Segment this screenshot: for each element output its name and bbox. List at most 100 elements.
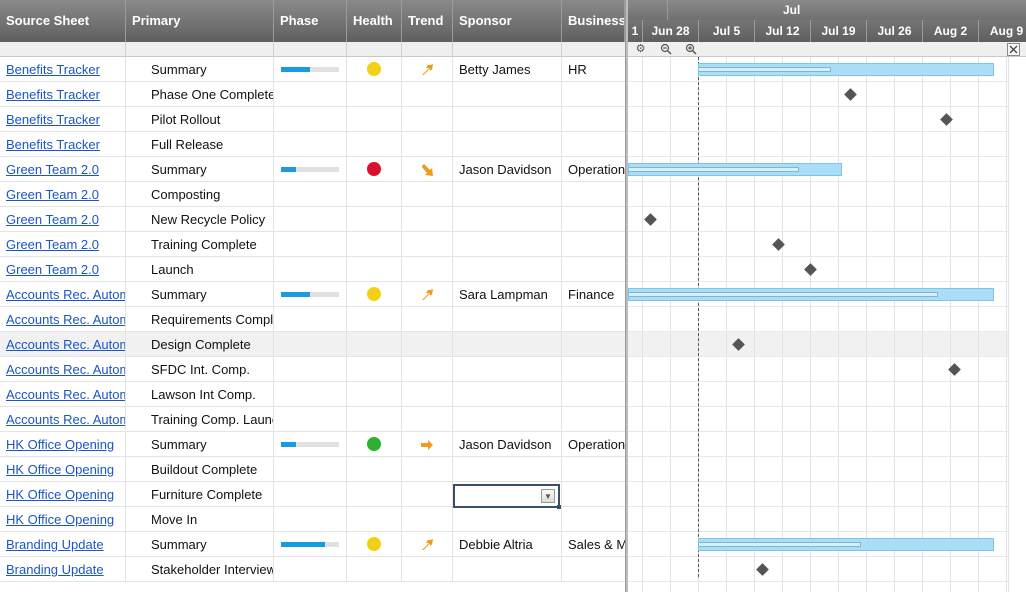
cell-sponsor[interactable] bbox=[453, 182, 562, 207]
cell-phase[interactable] bbox=[274, 257, 347, 282]
cell-primary[interactable]: Summary bbox=[126, 282, 274, 307]
cell-phase[interactable] bbox=[274, 332, 347, 357]
cell-business[interactable] bbox=[562, 382, 625, 407]
cell-health[interactable] bbox=[347, 307, 402, 332]
source-sheet-link[interactable]: Benefits Tracker bbox=[6, 87, 100, 102]
source-sheet-link[interactable]: HK Office Opening bbox=[6, 512, 114, 527]
cell-source[interactable]: Branding Update bbox=[0, 557, 126, 582]
cell-primary[interactable]: Pilot Rollout bbox=[126, 107, 274, 132]
cell-phase[interactable] bbox=[274, 132, 347, 157]
cell-business[interactable] bbox=[562, 457, 625, 482]
cell-health[interactable] bbox=[347, 557, 402, 582]
cell-sponsor[interactable] bbox=[453, 132, 562, 157]
cell-health[interactable] bbox=[347, 257, 402, 282]
cell-phase[interactable] bbox=[274, 382, 347, 407]
source-sheet-link[interactable]: Green Team 2.0 bbox=[6, 262, 99, 277]
cell-health[interactable] bbox=[347, 207, 402, 232]
cell-business[interactable]: Sales & Marketing bbox=[562, 532, 625, 557]
source-sheet-link[interactable]: Green Team 2.0 bbox=[6, 212, 99, 227]
cell-source[interactable]: HK Office Opening bbox=[0, 507, 126, 532]
source-sheet-link[interactable]: Benefits Tracker bbox=[6, 62, 100, 77]
column-header-business[interactable]: Business bbox=[562, 0, 625, 42]
table-row[interactable]: Green Team 2.0 Composting bbox=[0, 182, 625, 207]
cell-sponsor[interactable] bbox=[453, 207, 562, 232]
cell-phase[interactable] bbox=[274, 107, 347, 132]
cell-sponsor[interactable]: Jason Davidson bbox=[453, 157, 562, 182]
cell-phase[interactable] bbox=[274, 557, 347, 582]
cell-business[interactable] bbox=[562, 207, 625, 232]
cell-phase[interactable] bbox=[274, 232, 347, 257]
source-sheet-link[interactable]: Green Team 2.0 bbox=[6, 187, 99, 202]
cell-trend[interactable] bbox=[402, 357, 453, 382]
cell-phase[interactable] bbox=[274, 82, 347, 107]
cell-source[interactable]: Green Team 2.0 bbox=[0, 182, 126, 207]
milestone-diamond[interactable] bbox=[803, 263, 817, 276]
cell-trend[interactable] bbox=[402, 407, 453, 432]
cell-business[interactable] bbox=[562, 257, 625, 282]
cell-primary[interactable]: Stakeholder Interviews bbox=[126, 557, 274, 582]
cell-sponsor[interactable] bbox=[453, 332, 562, 357]
source-sheet-link[interactable]: Accounts Rec. Automation bbox=[6, 412, 125, 427]
cell-source[interactable]: HK Office Opening bbox=[0, 457, 126, 482]
source-sheet-link[interactable]: Accounts Rec. Automation bbox=[6, 387, 125, 402]
milestone-diamond[interactable] bbox=[843, 88, 857, 101]
source-sheet-link[interactable]: Green Team 2.0 bbox=[6, 162, 99, 177]
cell-phase[interactable] bbox=[274, 507, 347, 532]
cell-source[interactable]: HK Office Opening bbox=[0, 432, 126, 457]
cell-primary[interactable]: Summary bbox=[126, 57, 274, 82]
cell-business[interactable]: Operations bbox=[562, 432, 625, 457]
cell-trend[interactable] bbox=[402, 457, 453, 482]
cell-primary[interactable]: SFDC Int. Comp. bbox=[126, 357, 274, 382]
cell-source[interactable]: HK Office Opening bbox=[0, 482, 126, 507]
cell-trend[interactable] bbox=[402, 257, 453, 282]
cell-sponsor[interactable]: Jason Davidson bbox=[453, 432, 562, 457]
cell-sponsor[interactable] bbox=[453, 232, 562, 257]
table-row[interactable]: Accounts Rec. Automation Requirements Com… bbox=[0, 307, 625, 332]
cell-primary[interactable]: Requirements Complete bbox=[126, 307, 274, 332]
cell-business[interactable] bbox=[562, 132, 625, 157]
cell-trend[interactable] bbox=[402, 532, 453, 557]
gantt-chart-area[interactable] bbox=[628, 57, 1026, 592]
cell-trend[interactable] bbox=[402, 332, 453, 357]
cell-business[interactable] bbox=[562, 357, 625, 382]
cell-business[interactable]: Operations bbox=[562, 157, 625, 182]
cell-source[interactable]: Benefits Tracker bbox=[0, 132, 126, 157]
cell-sponsor[interactable]: Debbie Altria bbox=[453, 532, 562, 557]
column-header-trend[interactable]: Trend bbox=[402, 0, 453, 42]
cell-phase[interactable] bbox=[274, 157, 347, 182]
table-row[interactable]: HK Office Opening Move In bbox=[0, 507, 625, 532]
cell-business[interactable] bbox=[562, 82, 625, 107]
cell-health[interactable] bbox=[347, 82, 402, 107]
source-sheet-link[interactable]: Accounts Rec. Automation bbox=[6, 337, 125, 352]
cell-sponsor[interactable] bbox=[453, 257, 562, 282]
cell-trend[interactable] bbox=[402, 432, 453, 457]
cell-sponsor[interactable] bbox=[453, 457, 562, 482]
cell-business[interactable] bbox=[562, 332, 625, 357]
gantt-summary-bar[interactable] bbox=[628, 288, 994, 301]
cell-health[interactable] bbox=[347, 407, 402, 432]
cell-health[interactable] bbox=[347, 332, 402, 357]
cell-phase[interactable] bbox=[274, 432, 347, 457]
gantt-summary-bar[interactable] bbox=[698, 63, 994, 76]
cell-primary[interactable]: Training Complete bbox=[126, 232, 274, 257]
cell-sponsor[interactable] bbox=[453, 382, 562, 407]
cell-health[interactable] bbox=[347, 382, 402, 407]
cell-phase[interactable] bbox=[274, 482, 347, 507]
cell-source[interactable]: Accounts Rec. Automation bbox=[0, 407, 126, 432]
cell-source[interactable]: Green Team 2.0 bbox=[0, 232, 126, 257]
cell-sponsor[interactable] bbox=[453, 407, 562, 432]
cell-source[interactable]: Benefits Tracker bbox=[0, 82, 126, 107]
zoom-out-icon[interactable] bbox=[659, 43, 672, 56]
cell-sponsor[interactable] bbox=[453, 307, 562, 332]
cell-health[interactable] bbox=[347, 107, 402, 132]
cell-health[interactable] bbox=[347, 132, 402, 157]
cell-primary[interactable]: Launch bbox=[126, 257, 274, 282]
cell-source[interactable]: Benefits Tracker bbox=[0, 57, 126, 82]
column-header-health[interactable]: Health bbox=[347, 0, 402, 42]
column-header-phase[interactable]: Phase bbox=[274, 0, 347, 42]
cell-primary[interactable]: Summary bbox=[126, 432, 274, 457]
gantt-summary-bar[interactable] bbox=[628, 163, 842, 176]
source-sheet-link[interactable]: Green Team 2.0 bbox=[6, 237, 99, 252]
milestone-diamond[interactable] bbox=[755, 563, 769, 576]
cell-primary[interactable]: Phase One Complete bbox=[126, 82, 274, 107]
